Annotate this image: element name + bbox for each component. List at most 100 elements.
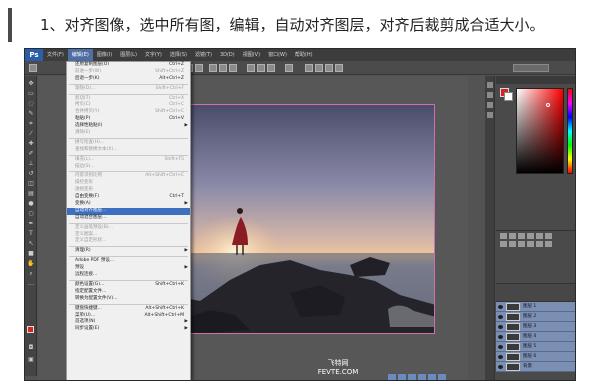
edit-menu-item[interactable]: 同步设置(E) ▶	[67, 326, 190, 333]
hue-saturation-icon[interactable]	[545, 233, 552, 239]
healing-brush-tool-icon[interactable]: ✚	[27, 140, 35, 147]
menu-10[interactable]: 帮助(H)	[291, 49, 317, 61]
edit-menu-item[interactable]: 变换(A) ▶	[67, 201, 190, 208]
move-tool-icon[interactable]	[29, 64, 37, 72]
color-panel-tab[interactable]	[496, 76, 575, 84]
quick-mask-icon[interactable]: ◘	[27, 344, 35, 351]
align-bottom-icon[interactable]	[195, 64, 203, 72]
menu-0[interactable]: 文件(F)	[43, 49, 68, 61]
gradient-tool-icon[interactable]: ▤	[27, 190, 35, 197]
eyedropper-tool-icon[interactable]: ⁄	[27, 130, 35, 137]
edit-menu-item[interactable]: 转换为配置文件(V)...	[67, 296, 190, 303]
menu-2[interactable]: 图像(I)	[93, 49, 116, 61]
type-tool-icon[interactable]: T	[27, 230, 35, 237]
dodge-tool-icon[interactable]: ○	[27, 210, 35, 217]
layer-row[interactable]: 图层 3	[496, 322, 575, 332]
edit-menu-item[interactable]: 清理(R) ▶	[67, 248, 190, 255]
layer-row[interactable]: 背景	[496, 362, 575, 372]
distribute-icon[interactable]	[257, 64, 265, 72]
edit-menu-item[interactable]: 指定配置文件...	[67, 289, 190, 296]
move-tool-icon[interactable]: ✥	[27, 80, 35, 87]
brightness-icon[interactable]	[500, 233, 507, 239]
marquee-tool-icon[interactable]: ▭	[27, 90, 35, 97]
distribute-icon[interactable]	[267, 64, 275, 72]
color-picker-field[interactable]	[516, 88, 564, 174]
menu-1[interactable]: 编辑(E)	[67, 49, 93, 61]
visibility-eye-icon[interactable]	[498, 315, 503, 319]
visibility-eye-icon[interactable]	[498, 335, 503, 339]
menu-7[interactable]: 3D(D)	[216, 49, 239, 61]
levels-icon[interactable]	[509, 233, 516, 239]
zoom-tool-icon[interactable]: ⌕	[27, 270, 35, 277]
menu-3[interactable]: 图层(L)	[116, 49, 141, 61]
brush-tool-icon[interactable]: ✐	[27, 150, 35, 157]
properties-panel-icon[interactable]	[487, 92, 493, 98]
posterize-icon[interactable]	[545, 241, 552, 247]
more-tools-icon[interactable]: …	[27, 280, 35, 287]
visibility-eye-icon[interactable]	[498, 345, 503, 349]
path-select-tool-icon[interactable]: ↖	[27, 240, 35, 247]
visibility-eye-icon[interactable]	[498, 355, 503, 359]
edit-menu-item[interactable]: 自动混合图层...	[67, 215, 190, 222]
visibility-eye-icon[interactable]	[498, 365, 503, 369]
info-panel-icon[interactable]	[487, 102, 493, 108]
edit-menu-item[interactable]: 选择性粘贴(I) ▶	[67, 123, 190, 130]
clone-stamp-tool-icon[interactable]: ⊥	[27, 160, 35, 167]
layer-row[interactable]: 图层 4	[496, 332, 575, 342]
panel-background-swatch[interactable]	[504, 92, 513, 101]
3d-mode-icon[interactable]	[335, 64, 343, 72]
edit-menu-item[interactable]: Adobe PDF 预设...	[67, 258, 190, 265]
history-brush-tool-icon[interactable]: ↺	[27, 170, 35, 177]
layer-row[interactable]: 图层 6	[496, 352, 575, 362]
3d-mode-icon[interactable]	[325, 64, 333, 72]
quick-select-tool-icon[interactable]: ✎	[27, 110, 35, 117]
edit-menu-item[interactable]: 自由变换(F) Ctrl+T	[67, 194, 190, 201]
visibility-eye-icon[interactable]	[498, 325, 503, 329]
workspace-dropdown[interactable]	[513, 64, 549, 72]
menu-8[interactable]: 视图(V)	[239, 49, 264, 61]
screen-mode-icon[interactable]: ▣	[27, 356, 35, 363]
menu-item-auto-align-layers[interactable]: 自动对齐图层...	[67, 207, 190, 215]
layer-row[interactable]: 图层 5	[496, 342, 575, 352]
menu-5[interactable]: 选择(S)	[166, 49, 191, 61]
edit-menu-item[interactable]: 还原复制图层(O) Ctrl+Z	[67, 62, 190, 69]
color-balance-icon[interactable]	[500, 241, 507, 247]
3d-mode-icon[interactable]	[315, 64, 323, 72]
crop-tool-icon[interactable]: ⌗	[27, 120, 35, 127]
menu-6[interactable]: 滤镜(T)	[191, 49, 216, 61]
edit-menu-item[interactable]: 预设 ▶	[67, 265, 190, 272]
hand-tool-icon[interactable]: ✋	[27, 260, 35, 267]
black-white-icon[interactable]	[509, 241, 516, 247]
edit-menu-item[interactable]: 颜色设置(G)... Shift+Ctrl+K	[67, 282, 190, 289]
layer-row[interactable]: 图层 1	[496, 302, 575, 312]
distribute-icon[interactable]	[247, 64, 255, 72]
shape-tool-icon[interactable]: ■	[27, 250, 35, 257]
align-center-icon[interactable]	[219, 64, 227, 72]
channel-mixer-icon[interactable]	[527, 241, 534, 247]
curves-icon[interactable]	[518, 233, 525, 239]
eraser-tool-icon[interactable]: ◫	[27, 180, 35, 187]
3d-mode-icon[interactable]	[305, 64, 313, 72]
exposure-icon[interactable]	[527, 233, 534, 239]
menu-9[interactable]: 窗口(W)	[264, 49, 291, 61]
history-panel-icon[interactable]	[487, 82, 493, 88]
photo-filter-icon[interactable]	[518, 241, 525, 247]
blur-tool-icon[interactable]: ●	[27, 200, 35, 207]
auto-align-icon[interactable]	[285, 64, 293, 72]
character-panel-icon[interactable]	[487, 112, 493, 118]
invert-icon[interactable]	[536, 241, 543, 247]
layer-row[interactable]: 图层 2	[496, 312, 575, 322]
pen-tool-icon[interactable]: ✒	[27, 220, 35, 227]
edit-menu-item[interactable]: 远程连接...	[67, 272, 190, 279]
visibility-eye-icon[interactable]	[498, 305, 503, 309]
align-right-icon[interactable]	[229, 64, 237, 72]
color-picker-marker[interactable]	[546, 103, 550, 107]
lasso-tool-icon[interactable]: ◌	[27, 100, 35, 107]
menu-4[interactable]: 文字(Y)	[141, 49, 166, 61]
hue-slider[interactable]	[567, 88, 573, 174]
foreground-color-swatch[interactable]	[27, 326, 34, 333]
edit-menu-item[interactable]: 键盘快捷键... Alt+Shift+Ctrl+K	[67, 306, 190, 313]
edit-menu-item[interactable]: 后退一步(K) Alt+Ctrl+Z	[67, 76, 190, 83]
align-left-icon[interactable]	[209, 64, 217, 72]
vibrance-icon[interactable]	[536, 233, 543, 239]
